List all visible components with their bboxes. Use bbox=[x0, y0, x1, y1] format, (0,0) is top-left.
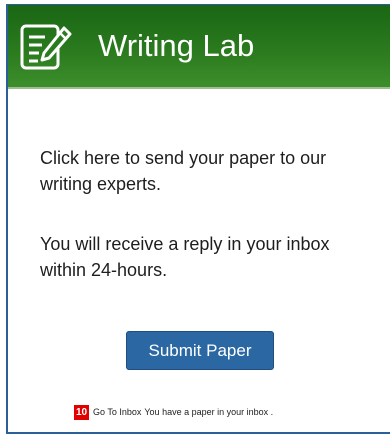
go-to-inbox-link[interactable]: Go To Inbox bbox=[93, 407, 141, 417]
inbox-count-badge: 10 bbox=[74, 404, 89, 420]
writing-pencil-icon bbox=[20, 24, 72, 70]
instruction-text: Click here to send your paper to our wri… bbox=[40, 148, 327, 194]
widget-header: Writing Lab bbox=[8, 5, 390, 89]
inbox-message: You have a paper in your inbox . bbox=[144, 407, 274, 417]
inbox-notification: 10 Go To Inbox You have a paper in your … bbox=[74, 403, 273, 421]
widget-title: Writing Lab bbox=[98, 28, 255, 63]
submit-paper-button[interactable]: Submit Paper bbox=[126, 331, 274, 370]
reply-info-text: You will receive a reply in your inbox w… bbox=[40, 234, 330, 280]
writing-lab-widget: Writing Lab Click here to send your pape… bbox=[6, 4, 390, 434]
